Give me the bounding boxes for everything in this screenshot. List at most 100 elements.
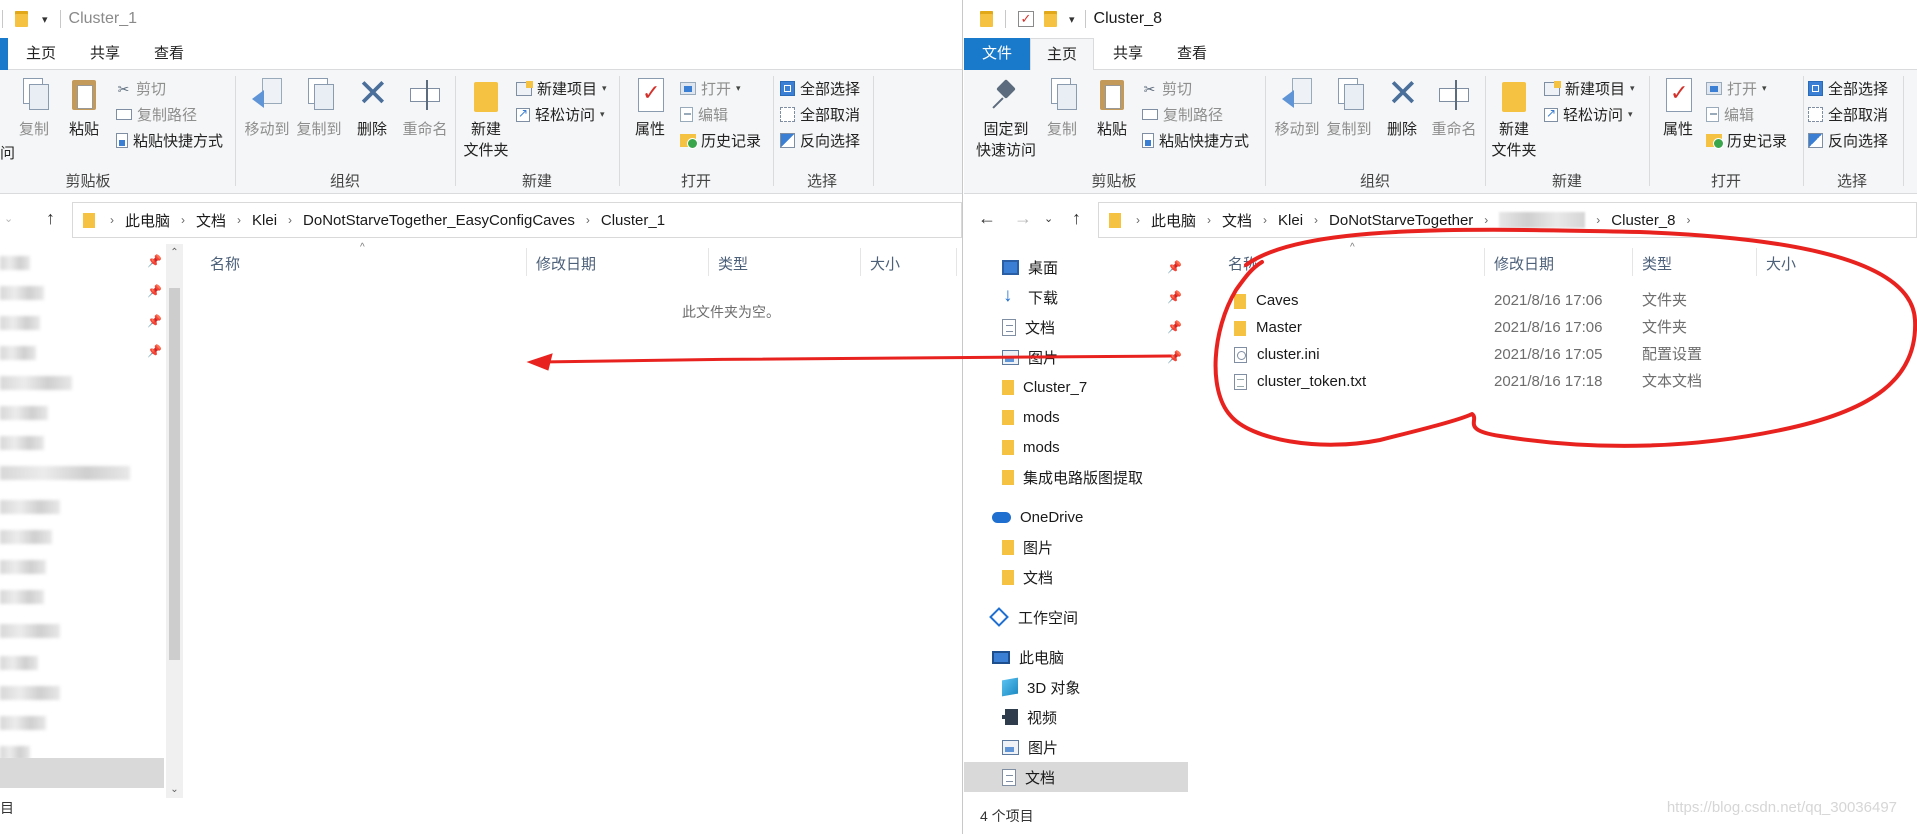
- nav-item[interactable]: Cluster_7: [964, 372, 1188, 402]
- copy-to-button[interactable]: 复制到: [296, 76, 342, 139]
- column-header-type[interactable]: 类型: [1642, 250, 1672, 276]
- pin-to-quick-access-button[interactable]: 固定到 快速访问: [974, 76, 1038, 160]
- forward-arrow-icon[interactable]: →: [1014, 208, 1032, 229]
- nav-item[interactable]: 桌面 📌: [964, 252, 1188, 282]
- nav-item[interactable]: 3D 对象: [964, 672, 1188, 702]
- move-to-button[interactable]: 移动到: [244, 76, 290, 139]
- copy-to-button[interactable]: 复制到: [1326, 76, 1372, 139]
- breadcrumb-klei[interactable]: Klei: [1278, 212, 1303, 229]
- breadcrumb-this-pc[interactable]: 此电脑: [125, 210, 170, 231]
- select-none-button[interactable]: 全部取消: [780, 104, 860, 125]
- cut-button[interactable]: ✂ 剪切: [116, 78, 166, 99]
- breadcrumb-this-pc[interactable]: 此电脑: [1151, 210, 1196, 231]
- nav-item[interactable]: 图片 📌: [964, 342, 1188, 372]
- quick-access-new-folder-icon[interactable]: [1044, 11, 1057, 27]
- copy-button[interactable]: 复制: [1042, 76, 1082, 139]
- invert-selection-button[interactable]: 反向选择: [1808, 130, 1888, 151]
- rename-button[interactable]: 重命名: [1430, 76, 1478, 139]
- recent-dropdown-icon[interactable]: ⌄: [4, 212, 13, 225]
- recent-dropdown-icon[interactable]: ⌄: [1044, 212, 1053, 225]
- easy-access-button[interactable]: 轻松访问▾: [1544, 104, 1633, 125]
- address-bar[interactable]: › 此电脑 › 文档 › Klei › DoNotStarveTogether_Eas…: [72, 202, 962, 238]
- nav-item[interactable]: mods: [964, 432, 1188, 462]
- properties-button[interactable]: 属性: [628, 76, 672, 139]
- select-all-button[interactable]: 全部选择: [780, 78, 860, 99]
- file-row[interactable]: cluster_token.txt 2021/8/16 17:18 文本文档: [1212, 368, 1917, 395]
- nav-item[interactable]: 下载 📌: [964, 282, 1188, 312]
- paste-shortcut-button[interactable]: 粘贴快捷方式: [1142, 130, 1249, 151]
- scroll-down-icon[interactable]: ⌄: [166, 781, 183, 798]
- nav-item[interactable]: 图片: [964, 732, 1188, 762]
- nav-item[interactable]: 文档: [964, 562, 1188, 592]
- nav-item[interactable]: 此电脑: [964, 642, 1188, 672]
- tab-file[interactable]: 文件: [964, 38, 1030, 70]
- edit-button[interactable]: 编辑: [1706, 104, 1754, 125]
- invert-selection-button[interactable]: 反向选择: [780, 130, 860, 151]
- properties-button[interactable]: 属性: [1656, 76, 1700, 139]
- column-header-date[interactable]: 修改日期: [536, 250, 596, 276]
- breadcrumb-donotstarvetogether[interactable]: DoNotStarveTogether: [1329, 212, 1473, 229]
- quick-access-folder-icon[interactable]: [980, 11, 993, 27]
- scroll-up-icon[interactable]: ⌃: [166, 244, 183, 261]
- delete-button[interactable]: ✕ 删除: [352, 75, 392, 139]
- up-arrow-icon[interactable]: ↑: [46, 208, 55, 229]
- file-row[interactable]: cluster.ini 2021/8/16 17:05 配置设置: [1212, 341, 1917, 368]
- nav-item[interactable]: 工作空间: [964, 602, 1188, 632]
- tab-home[interactable]: 主页: [14, 38, 68, 70]
- easy-access-button[interactable]: 轻松访问▾: [516, 104, 605, 125]
- breadcrumb-documents[interactable]: 文档: [1222, 210, 1252, 231]
- breadcrumb-cluster-1[interactable]: Cluster_1: [601, 212, 665, 229]
- edit-button[interactable]: 编辑: [680, 104, 728, 125]
- tab-file[interactable]: [0, 38, 8, 70]
- tab-view[interactable]: 查看: [1160, 38, 1224, 70]
- delete-button[interactable]: ✕ 删除: [1382, 75, 1422, 139]
- rename-button[interactable]: 重命名: [402, 76, 448, 139]
- address-bar[interactable]: › 此电脑 › 文档 › Klei › DoNotStarveTogether › › …: [1098, 202, 1917, 238]
- nav-item[interactable]: OneDrive: [964, 502, 1188, 532]
- column-header-date[interactable]: 修改日期: [1494, 250, 1554, 276]
- tab-home[interactable]: 主页: [1030, 38, 1094, 71]
- history-button[interactable]: 历史记录: [1706, 130, 1787, 151]
- nav-item[interactable]: 集成电路版图提取: [964, 462, 1188, 492]
- new-folder-button[interactable]: 新建 文件夹: [1490, 76, 1538, 160]
- file-row[interactable]: Master 2021/8/16 17:06 文件夹: [1212, 314, 1917, 341]
- column-header-type[interactable]: 类型: [718, 250, 748, 276]
- column-header-size[interactable]: 大小: [1766, 250, 1796, 276]
- new-item-button[interactable]: 新建项目 ▾: [516, 78, 607, 99]
- copy-button[interactable]: 复制: [14, 76, 54, 139]
- move-to-button[interactable]: 移动到: [1274, 76, 1320, 139]
- new-folder-button[interactable]: 新建 文件夹: [462, 76, 510, 160]
- tab-view[interactable]: 查看: [142, 38, 196, 70]
- file-row[interactable]: Caves 2021/8/16 17:06 文件夹: [1212, 287, 1917, 314]
- nav-item[interactable]: 视频: [964, 702, 1188, 732]
- column-header-name[interactable]: 名称: [210, 250, 240, 276]
- breadcrumb-klei[interactable]: Klei: [252, 212, 277, 229]
- copy-path-button[interactable]: 复制路径: [1142, 104, 1223, 125]
- paste-button[interactable]: 粘贴: [64, 76, 104, 139]
- nav-item[interactable]: 文档: [964, 762, 1188, 792]
- new-item-button[interactable]: 新建项目 ▾: [1544, 78, 1635, 99]
- select-all-button[interactable]: 全部选择: [1808, 78, 1888, 99]
- tab-share[interactable]: 共享: [78, 38, 132, 70]
- nav-item[interactable]: mods: [964, 402, 1188, 432]
- copy-path-button[interactable]: 复制路径: [116, 104, 197, 125]
- paste-shortcut-button[interactable]: 粘贴快捷方式: [116, 130, 223, 151]
- column-header-size[interactable]: 大小: [870, 250, 900, 276]
- history-button[interactable]: 历史记录: [680, 130, 761, 151]
- scroll-thumb[interactable]: [169, 288, 180, 660]
- breadcrumb-cluster-8[interactable]: Cluster_8: [1611, 212, 1675, 229]
- nav-scrollbar[interactable]: ⌃ ⌄: [166, 244, 183, 798]
- tab-share[interactable]: 共享: [1096, 38, 1160, 70]
- paste-button[interactable]: 粘贴: [1092, 76, 1132, 139]
- quick-access-dropdown-icon[interactable]: ▾: [42, 13, 48, 26]
- nav-item[interactable]: 文档 📌: [964, 312, 1188, 342]
- nav-item[interactable]: 图片: [964, 532, 1188, 562]
- column-header-name[interactable]: 名称: [1228, 250, 1258, 276]
- select-none-button[interactable]: 全部取消: [1808, 104, 1888, 125]
- quick-access-properties-icon[interactable]: ✓: [1018, 11, 1034, 27]
- quick-access-folder-icon[interactable]: [15, 11, 28, 27]
- cut-button[interactable]: ✂ 剪切: [1142, 78, 1192, 99]
- breadcrumb-documents[interactable]: 文档: [196, 210, 226, 231]
- breadcrumb-dst-easyconfigcaves[interactable]: DoNotStarveTogether_EasyConfigCaves: [303, 212, 575, 229]
- nav-selected-item[interactable]: [0, 758, 164, 788]
